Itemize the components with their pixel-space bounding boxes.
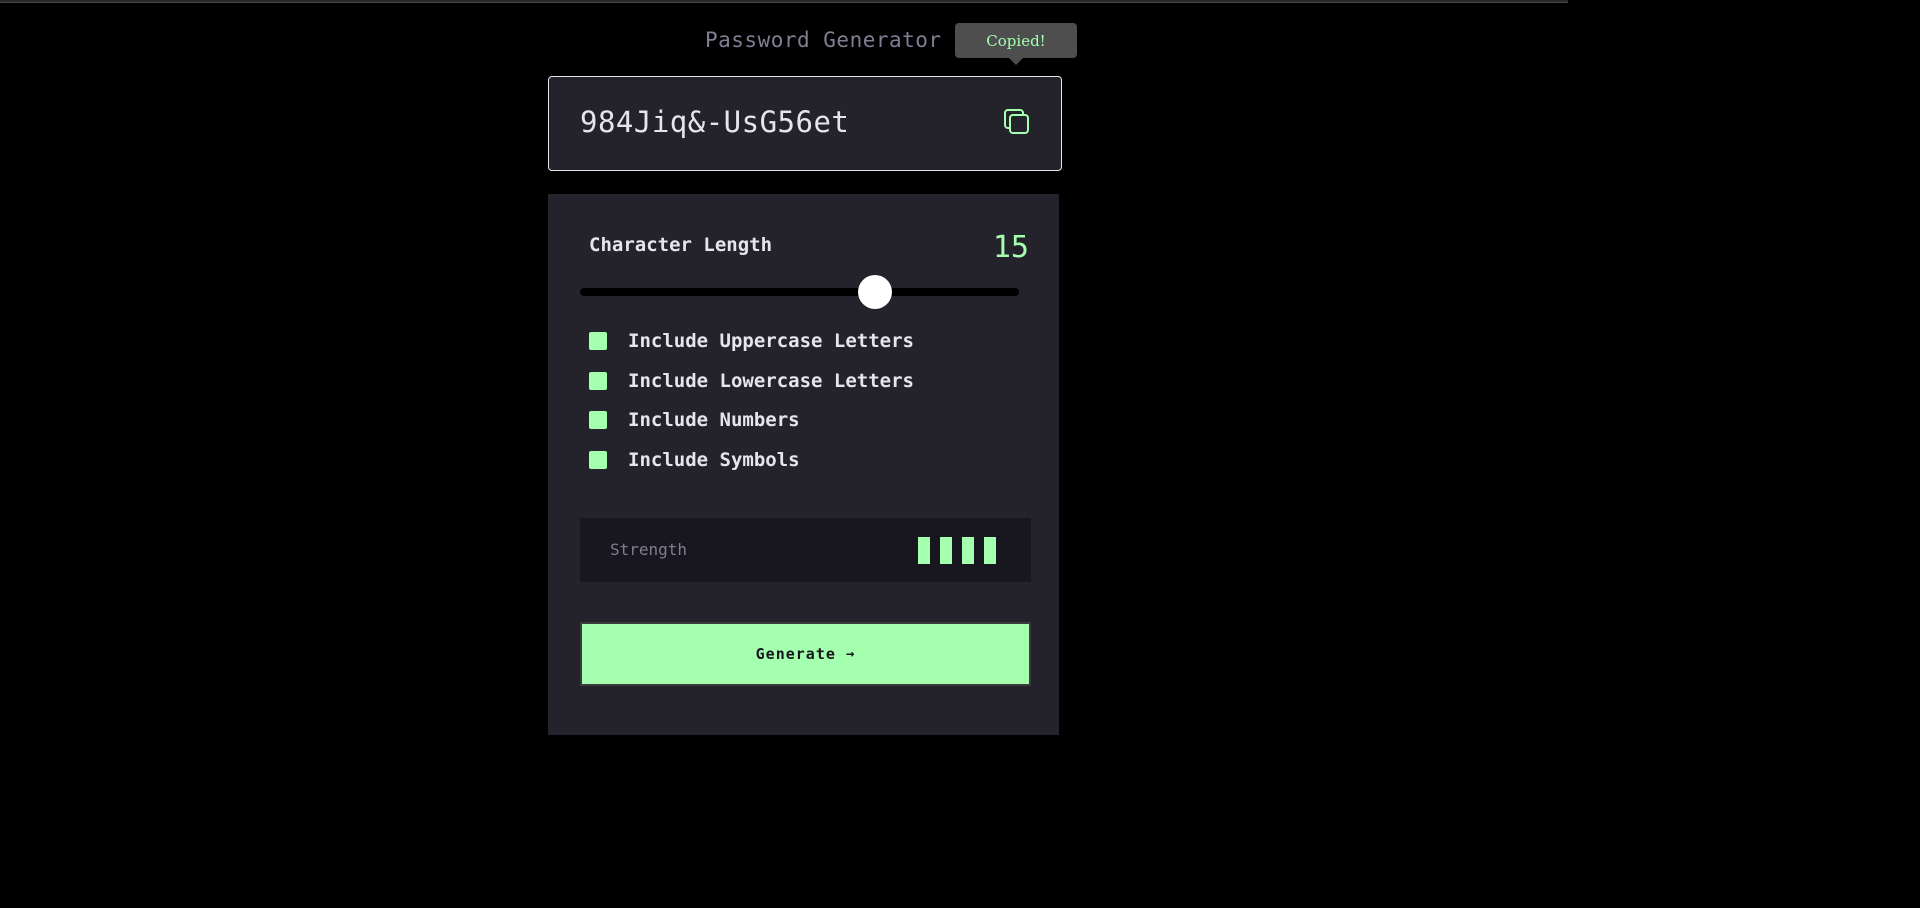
uppercase-checkbox[interactable] (589, 332, 607, 350)
numbers-checkbox[interactable] (589, 411, 607, 429)
symbols-label: Include Symbols (628, 449, 800, 471)
numbers-label: Include Numbers (628, 409, 800, 431)
symbols-checkbox[interactable] (589, 451, 607, 469)
length-slider-thumb[interactable] (858, 275, 892, 309)
strength-bar (940, 537, 952, 564)
character-length-value: 15 (992, 230, 1029, 265)
option-numbers[interactable]: Include Numbers (589, 408, 800, 432)
option-symbols[interactable]: Include Symbols (589, 448, 800, 472)
lowercase-label: Include Lowercase Letters (628, 370, 914, 392)
strength-meter: Strength (580, 518, 1031, 582)
length-slider-track[interactable] (580, 288, 1019, 296)
option-uppercase[interactable]: Include Uppercase Letters (589, 329, 914, 353)
copy-button[interactable] (1003, 108, 1031, 136)
page-title: Password Generator (705, 28, 942, 52)
option-lowercase[interactable]: Include Lowercase Letters (589, 369, 914, 393)
password-output: 984Jiq&-UsG56et (548, 76, 1062, 171)
password-text: 984Jiq&-UsG56et (580, 105, 850, 139)
strength-bars (918, 537, 996, 564)
uppercase-label: Include Uppercase Letters (628, 330, 914, 352)
character-length-label: Character Length (589, 234, 773, 256)
strength-label: Strength (610, 540, 688, 559)
copied-tooltip: Copied! (955, 23, 1077, 65)
generate-label: Generate (755, 645, 836, 663)
copy-icon (1004, 109, 1029, 134)
settings-panel: Character Length 15 Include Uppercase Le… (548, 194, 1059, 735)
browser-top-line (0, 0, 1568, 3)
strength-bar (918, 537, 930, 564)
strength-bar (984, 537, 996, 564)
lowercase-checkbox[interactable] (589, 372, 607, 390)
arrow-right-icon: → (845, 646, 856, 662)
strength-bar (962, 537, 974, 564)
generate-button[interactable]: Generate → (580, 622, 1031, 686)
